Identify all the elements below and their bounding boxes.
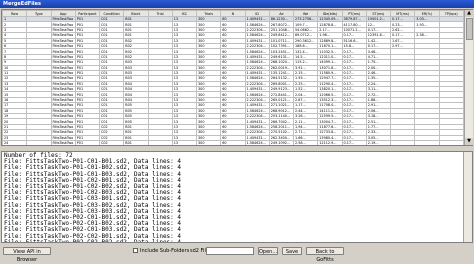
scroll-up-arrow-icon[interactable]: ▲ xyxy=(465,10,473,17)
table-cell[interactable]: 1.584624... xyxy=(245,60,269,65)
table-cell[interactable]: FittsTaskTwo xyxy=(51,43,75,48)
table-cell[interactable]: 1.409431... xyxy=(245,103,269,108)
log-lines: Number of files: 72File: FittsTaskTwo-P0… xyxy=(4,153,470,243)
table-cell[interactable]: 258.2011... xyxy=(269,124,293,129)
log-line: File: FittsTaskTwo-P02-C02-B02.sd2, Data… xyxy=(4,240,470,243)
scroll-down-arrow-icon[interactable]: ▼ xyxy=(465,138,473,145)
table-cell[interactable]: 1.584624... xyxy=(245,124,269,129)
table-cell[interactable]: FittsTaskTwo xyxy=(51,130,75,135)
table-cell[interactable]: 251.1048... xyxy=(269,27,293,32)
table-cell[interactable]: 2.222304... xyxy=(245,97,269,102)
table-cell[interactable]: FittsTaskTwo xyxy=(51,124,75,129)
table-cell[interactable]: 1.409431... xyxy=(245,17,269,22)
table-cell[interactable]: FittsTaskTwo xyxy=(51,65,75,70)
table-cell[interactable]: 253.1140... xyxy=(269,114,293,119)
table-cell[interactable]: 265.0121... xyxy=(269,97,293,102)
table-cell[interactable]: FittsTaskTwo xyxy=(51,87,75,92)
window-title: MergeEdFiles xyxy=(0,0,474,8)
table-cell[interactable]: 1.409431... xyxy=(245,119,269,124)
table-cell[interactable]: FittsTaskTwo xyxy=(51,17,75,22)
include-subfolders-checkbox[interactable] xyxy=(133,248,138,253)
table-cell[interactable]: 103.2451... xyxy=(269,49,293,54)
table-cell[interactable]: 271.1021... xyxy=(269,103,293,108)
table-cell[interactable]: 290.3612... xyxy=(294,38,318,43)
table-cell[interactable]: FittsTaskTwo xyxy=(51,114,75,119)
table-cell[interactable]: 275.2758... xyxy=(294,17,318,22)
table-cell[interactable]: 1.409431... xyxy=(245,87,269,92)
table-cell[interactable]: 270.5102... xyxy=(269,130,293,135)
table-cell[interactable]: FittsTaskTwo xyxy=(51,27,75,32)
table-cell[interactable]: 1.584624... xyxy=(245,92,269,97)
table-cell[interactable]: FittsTaskTwo xyxy=(51,60,75,65)
table-cell[interactable]: FittsTaskTwo xyxy=(51,22,75,27)
table-cell[interactable]: 2.222304... xyxy=(245,114,269,119)
table-cell[interactable]: FittsTaskTwo xyxy=(51,33,75,38)
table-cell[interactable]: FittsTaskTwo xyxy=(51,81,75,86)
table-cell[interactable]: 249.9123... xyxy=(269,87,293,92)
table-cell[interactable]: 262.3400... xyxy=(269,135,293,140)
table-cell[interactable]: FittsTaskTwo xyxy=(51,119,75,124)
table-cell[interactable]: 262.0019... xyxy=(269,65,293,70)
table-cell[interactable]: 1.584624... xyxy=(245,49,269,54)
open-button[interactable]: Open... xyxy=(258,247,278,255)
data-grid[interactable]: RowTypeAppParticipantConditionBlockTrial… xyxy=(1,9,473,146)
table-cell[interactable]: FittsTaskTwo xyxy=(51,49,75,54)
save-button[interactable]: Save xyxy=(282,247,302,255)
table-cell[interactable]: 249.6131... xyxy=(269,54,293,59)
table-cell[interactable]: 1.584624... xyxy=(245,33,269,38)
table-cell[interactable]: 1.409431... xyxy=(245,54,269,59)
table-cell[interactable]: 101.0711... xyxy=(269,38,293,43)
table-cell[interactable]: 1.409431... xyxy=(245,135,269,140)
table-cell[interactable]: 1.409431... xyxy=(245,70,269,75)
table-cell[interactable]: FittsTaskTwo xyxy=(51,76,75,81)
table-cell[interactable]: 268.1020... xyxy=(269,60,293,65)
table-cell[interactable]: 1.584624... xyxy=(245,22,269,27)
table-cell[interactable]: 268.9012... xyxy=(269,108,293,113)
grid-vertical-scrollbar[interactable]: ▲ ▼ xyxy=(464,10,473,145)
table-cell[interactable]: FittsTaskTwo xyxy=(51,54,75,59)
table-cell[interactable]: 264.5132... xyxy=(269,76,293,81)
table-cell[interactable]: 269.8001... xyxy=(269,81,293,86)
log-output[interactable]: Number of files: 72File: FittsTaskTwo-P0… xyxy=(1,151,473,243)
table-cell[interactable]: FittsTaskTwo xyxy=(51,103,75,108)
bottom-toolbar: View API in Browser Include Sub-Folders … xyxy=(0,245,474,258)
data-table: RowTypeAppParticipantConditionBlockTrial… xyxy=(2,10,464,146)
table-cell[interactable]: 12345.09... xyxy=(318,17,342,22)
view-api-button[interactable]: View API in Browser xyxy=(3,247,51,255)
table-cell[interactable]: FittsTaskTwo xyxy=(51,108,75,113)
table-cell[interactable]: 102.7391... xyxy=(269,43,293,48)
table-cell[interactable]: 2.222304... xyxy=(245,43,269,48)
table-cell[interactable]: 1.409431... xyxy=(245,38,269,43)
table-cell[interactable]: 2.222304... xyxy=(245,27,269,32)
table-cell[interactable]: FittsTaskTwo xyxy=(51,135,75,140)
include-subfolders-label: Include Sub-Folders xyxy=(140,247,189,255)
scroll-thumb[interactable] xyxy=(466,18,473,40)
table-cell[interactable]: 266.7042... xyxy=(269,119,293,124)
table-cell[interactable]: FittsTaskTwo xyxy=(51,97,75,102)
table-cell[interactable]: FittsTaskTwo xyxy=(51,92,75,97)
back-to-gofitts-button[interactable]: Back to GoFitts xyxy=(306,247,344,255)
table-cell[interactable]: FittsTaskTwo xyxy=(51,38,75,43)
table-cell[interactable]: 249.8412... xyxy=(269,33,293,38)
table-cell[interactable]: 272.8441... xyxy=(269,92,293,97)
table-cell[interactable]: 267.8072... xyxy=(269,22,293,27)
table-body: 1FittsTaskTwoP01C01B0113300601.409431...… xyxy=(3,17,464,147)
sd2-file-input[interactable] xyxy=(206,247,254,255)
table-cell[interactable]: 1.584624... xyxy=(245,76,269,81)
table-cell[interactable]: FittsTaskTwo xyxy=(51,70,75,75)
log-vertical-scrollbar[interactable] xyxy=(463,152,472,242)
table-cell[interactable]: 2.222304... xyxy=(245,81,269,86)
table-cell[interactable]: 135.1241... xyxy=(269,70,293,75)
table-cell[interactable]: 2.222304... xyxy=(245,65,269,70)
table-cell[interactable]: 1.584624... xyxy=(245,108,269,113)
table-cell[interactable]: 2.222304... xyxy=(245,130,269,135)
